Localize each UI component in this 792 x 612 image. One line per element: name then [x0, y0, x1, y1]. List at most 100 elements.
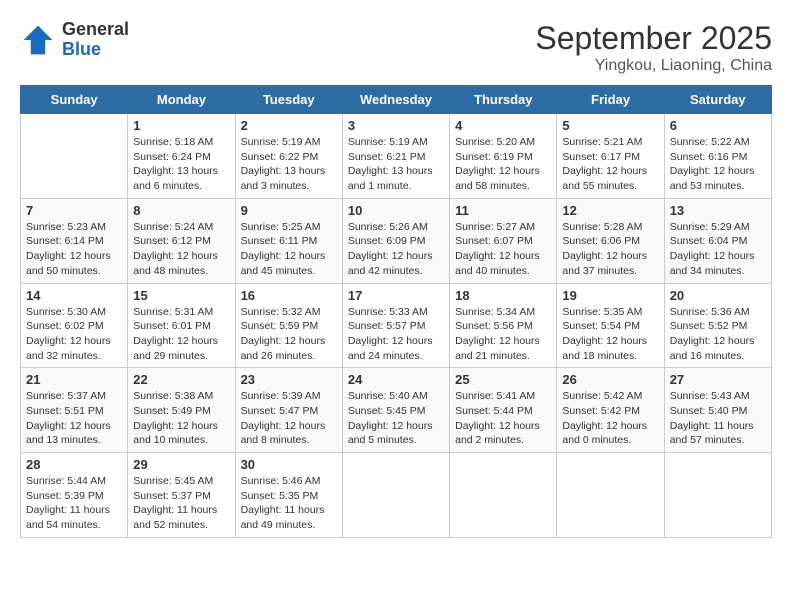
- day-info: Sunrise: 5:35 AM Sunset: 5:54 PM Dayligh…: [562, 305, 658, 364]
- logo-line1: General: [62, 20, 129, 40]
- day-info: Sunrise: 5:30 AM Sunset: 6:02 PM Dayligh…: [26, 305, 122, 364]
- calendar-cell: 12 Sunrise: 5:28 AM Sunset: 6:06 PM Dayli…: [557, 198, 664, 283]
- day-info: Sunrise: 5:26 AM Sunset: 6:09 PM Dayligh…: [348, 220, 444, 279]
- day-info: Sunrise: 5:32 AM Sunset: 5:59 PM Dayligh…: [241, 305, 337, 364]
- day-number: 15: [133, 288, 229, 303]
- calendar-cell: 27 Sunrise: 5:43 AM Sunset: 5:40 PM Dayli…: [664, 368, 771, 453]
- calendar-cell: 20 Sunrise: 5:36 AM Sunset: 5:52 PM Dayli…: [664, 283, 771, 368]
- column-header-saturday: Saturday: [664, 86, 771, 114]
- day-number: 17: [348, 288, 444, 303]
- day-number: 20: [670, 288, 766, 303]
- day-info: Sunrise: 5:33 AM Sunset: 5:57 PM Dayligh…: [348, 305, 444, 364]
- calendar-cell: 15 Sunrise: 5:31 AM Sunset: 6:01 PM Dayli…: [128, 283, 235, 368]
- calendar-cell: 22 Sunrise: 5:38 AM Sunset: 5:49 PM Dayli…: [128, 368, 235, 453]
- logo-icon: [20, 22, 56, 58]
- day-info: Sunrise: 5:38 AM Sunset: 5:49 PM Dayligh…: [133, 389, 229, 448]
- calendar-cell: 5Sunrise: 5:21 AM Sunset: 6:17 PM Daylig…: [557, 114, 664, 199]
- calendar-subtitle: Yingkou, Liaoning, China: [535, 57, 772, 75]
- day-number: 28: [26, 457, 122, 472]
- day-number: 4: [455, 118, 551, 133]
- calendar-cell: 26Sunrise: 5:42 AM Sunset: 5:42 PM Dayli…: [557, 368, 664, 453]
- column-header-thursday: Thursday: [450, 86, 557, 114]
- calendar-cell: 4Sunrise: 5:20 AM Sunset: 6:19 PM Daylig…: [450, 114, 557, 199]
- day-number: 19: [562, 288, 658, 303]
- calendar-week-4: 21Sunrise: 5:37 AM Sunset: 5:51 PM Dayli…: [21, 368, 772, 453]
- calendar-header-row: SundayMondayTuesdayWednesdayThursdayFrid…: [21, 86, 772, 114]
- day-number: 3: [348, 118, 444, 133]
- calendar-title: September 2025: [535, 20, 772, 57]
- day-number: 22: [133, 372, 229, 387]
- calendar-cell: 3 Sunrise: 5:19 AM Sunset: 6:21 PM Daylig…: [342, 114, 449, 199]
- calendar-cell: 1Sunrise: 5:18 AM Sunset: 6:24 PM Daylig…: [128, 114, 235, 199]
- day-info: Sunrise: 5:46 AM Sunset: 5:35 PM Dayligh…: [241, 474, 337, 533]
- day-number: 30: [241, 457, 337, 472]
- column-header-tuesday: Tuesday: [235, 86, 342, 114]
- day-number: 16: [241, 288, 337, 303]
- calendar-week-1: 1Sunrise: 5:18 AM Sunset: 6:24 PM Daylig…: [21, 114, 772, 199]
- calendar-cell: 17 Sunrise: 5:33 AM Sunset: 5:57 PM Dayli…: [342, 283, 449, 368]
- day-info: Sunrise: 5:23 AM Sunset: 6:14 PM Dayligh…: [26, 220, 122, 279]
- calendar-cell: 24 Sunrise: 5:40 AM Sunset: 5:45 PM Dayli…: [342, 368, 449, 453]
- day-info: Sunrise: 5:27 AM Sunset: 6:07 PM Dayligh…: [455, 220, 551, 279]
- day-info: Sunrise: 5:29 AM Sunset: 6:04 PM Dayligh…: [670, 220, 766, 279]
- day-number: 13: [670, 203, 766, 218]
- logo: General Blue: [20, 20, 129, 60]
- day-info: Sunrise: 5:31 AM Sunset: 6:01 PM Dayligh…: [133, 305, 229, 364]
- calendar-cell: [342, 453, 449, 538]
- day-number: 14: [26, 288, 122, 303]
- day-number: 29: [133, 457, 229, 472]
- calendar-cell: 9Sunrise: 5:25 AM Sunset: 6:11 PM Daylig…: [235, 198, 342, 283]
- day-number: 6: [670, 118, 766, 133]
- day-info: Sunrise: 5:34 AM Sunset: 5:56 PM Dayligh…: [455, 305, 551, 364]
- calendar-cell: 23 Sunrise: 5:39 AM Sunset: 5:47 PM Dayli…: [235, 368, 342, 453]
- day-number: 25: [455, 372, 551, 387]
- day-number: 7: [26, 203, 122, 218]
- day-info: Sunrise: 5:39 AM Sunset: 5:47 PM Dayligh…: [241, 389, 337, 448]
- day-number: 24: [348, 372, 444, 387]
- column-header-friday: Friday: [557, 86, 664, 114]
- calendar-table: SundayMondayTuesdayWednesdayThursdayFrid…: [20, 85, 772, 538]
- calendar-cell: [557, 453, 664, 538]
- calendar-cell: 2Sunrise: 5:19 AM Sunset: 6:22 PM Daylig…: [235, 114, 342, 199]
- day-number: 11: [455, 203, 551, 218]
- day-number: 12: [562, 203, 658, 218]
- day-info: Sunrise: 5:19 AM Sunset: 6:21 PM Dayligh…: [348, 135, 444, 194]
- day-info: Sunrise: 5:36 AM Sunset: 5:52 PM Dayligh…: [670, 305, 766, 364]
- day-info: Sunrise: 5:28 AM Sunset: 6:06 PM Dayligh…: [562, 220, 658, 279]
- day-info: Sunrise: 5:44 AM Sunset: 5:39 PM Dayligh…: [26, 474, 122, 533]
- day-info: Sunrise: 5:37 AM Sunset: 5:51 PM Dayligh…: [26, 389, 122, 448]
- calendar-cell: 8 Sunrise: 5:24 AM Sunset: 6:12 PM Daylig…: [128, 198, 235, 283]
- day-info: Sunrise: 5:45 AM Sunset: 5:37 PM Dayligh…: [133, 474, 229, 533]
- calendar-cell: 11 Sunrise: 5:27 AM Sunset: 6:07 PM Dayli…: [450, 198, 557, 283]
- calendar-cell: 25Sunrise: 5:41 AM Sunset: 5:44 PM Dayli…: [450, 368, 557, 453]
- day-number: 23: [241, 372, 337, 387]
- day-info: Sunrise: 5:42 AM Sunset: 5:42 PM Dayligh…: [562, 389, 658, 448]
- logo-line2: Blue: [62, 40, 129, 60]
- calendar-cell: 29 Sunrise: 5:45 AM Sunset: 5:37 PM Dayli…: [128, 453, 235, 538]
- calendar-week-2: 7 Sunrise: 5:23 AM Sunset: 6:14 PM Daylig…: [21, 198, 772, 283]
- calendar-cell: [664, 453, 771, 538]
- column-header-wednesday: Wednesday: [342, 86, 449, 114]
- title-block: September 2025 Yingkou, Liaoning, China: [535, 20, 772, 75]
- day-number: 27: [670, 372, 766, 387]
- calendar-cell: [21, 114, 128, 199]
- day-number: 8: [133, 203, 229, 218]
- day-info: Sunrise: 5:25 AM Sunset: 6:11 PM Dayligh…: [241, 220, 337, 279]
- calendar-cell: 16 Sunrise: 5:32 AM Sunset: 5:59 PM Dayli…: [235, 283, 342, 368]
- calendar-cell: 14 Sunrise: 5:30 AM Sunset: 6:02 PM Dayli…: [21, 283, 128, 368]
- day-info: Sunrise: 5:43 AM Sunset: 5:40 PM Dayligh…: [670, 389, 766, 448]
- calendar-cell: 6Sunrise: 5:22 AM Sunset: 6:16 PM Daylig…: [664, 114, 771, 199]
- day-number: 5: [562, 118, 658, 133]
- day-info: Sunrise: 5:24 AM Sunset: 6:12 PM Dayligh…: [133, 220, 229, 279]
- day-info: Sunrise: 5:40 AM Sunset: 5:45 PM Dayligh…: [348, 389, 444, 448]
- calendar-week-3: 14 Sunrise: 5:30 AM Sunset: 6:02 PM Dayli…: [21, 283, 772, 368]
- page-header: General Blue September 2025 Yingkou, Lia…: [20, 20, 772, 75]
- calendar-cell: 10Sunrise: 5:26 AM Sunset: 6:09 PM Dayli…: [342, 198, 449, 283]
- calendar-cell: 28 Sunrise: 5:44 AM Sunset: 5:39 PM Dayli…: [21, 453, 128, 538]
- calendar-cell: 7 Sunrise: 5:23 AM Sunset: 6:14 PM Daylig…: [21, 198, 128, 283]
- day-info: Sunrise: 5:18 AM Sunset: 6:24 PM Dayligh…: [133, 135, 229, 194]
- calendar-cell: 19 Sunrise: 5:35 AM Sunset: 5:54 PM Dayli…: [557, 283, 664, 368]
- calendar-cell: 30 Sunrise: 5:46 AM Sunset: 5:35 PM Dayli…: [235, 453, 342, 538]
- calendar-cell: 13 Sunrise: 5:29 AM Sunset: 6:04 PM Dayli…: [664, 198, 771, 283]
- calendar-cell: 18Sunrise: 5:34 AM Sunset: 5:56 PM Dayli…: [450, 283, 557, 368]
